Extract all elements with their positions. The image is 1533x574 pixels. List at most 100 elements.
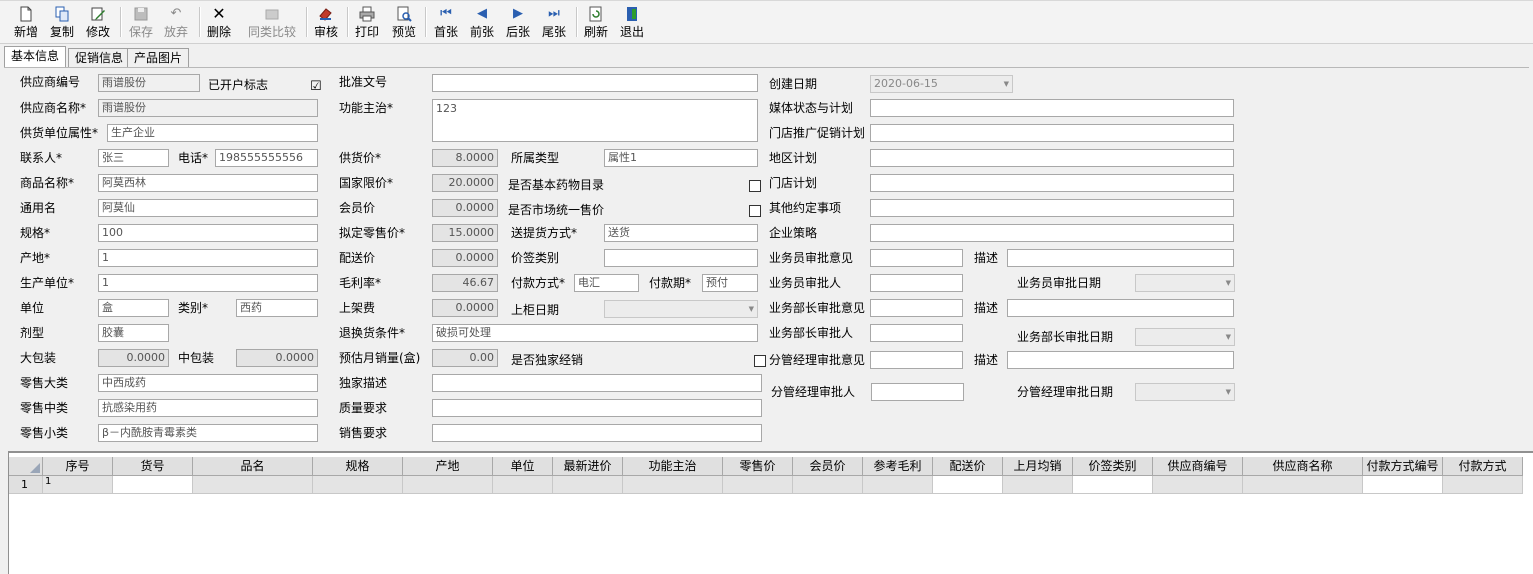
proposed-retail-field[interactable]: 15.0000 — [432, 224, 498, 242]
gm-date-picker[interactable] — [1135, 383, 1235, 401]
table-cell[interactable] — [493, 476, 553, 494]
compare-button[interactable]: 同类比较 — [245, 4, 299, 40]
table-cell[interactable] — [1243, 476, 1363, 494]
product-name-field[interactable]: 阿莫西林 — [98, 174, 318, 192]
pay-term-field[interactable]: 预付 — [702, 274, 758, 292]
category-field[interactable]: 西药 — [236, 299, 318, 317]
delivery-mode-field[interactable]: 送货 — [604, 224, 758, 242]
save-button[interactable]: 保存 — [126, 4, 156, 40]
grid-corner[interactable] — [9, 457, 43, 475]
exit-button[interactable]: 退出 — [616, 4, 648, 40]
mid-pack-field[interactable]: 0.0000 — [236, 349, 318, 367]
contact-field[interactable]: 张三 — [98, 149, 169, 167]
quality-req-field[interactable] — [432, 399, 762, 417]
row-header[interactable]: 1 — [9, 476, 43, 494]
copy-button[interactable]: 复制 — [46, 4, 78, 40]
mgr-date-picker[interactable] — [1135, 328, 1235, 346]
region-plan-field[interactable] — [870, 149, 1234, 167]
strategy-field[interactable] — [870, 224, 1234, 242]
edit-button[interactable]: 修改 — [82, 4, 114, 40]
supply-price-field[interactable]: 8.0000 — [432, 149, 498, 167]
delivery-price-field[interactable]: 0.0000 — [432, 249, 498, 267]
pay-method-field[interactable]: 电汇 — [574, 274, 639, 292]
mgr-desc-field[interactable] — [1007, 299, 1234, 317]
table-cell[interactable] — [113, 476, 193, 494]
table-cell[interactable] — [723, 476, 793, 494]
column-header-3[interactable]: 品名 — [193, 457, 313, 475]
origin-field[interactable]: 1 — [98, 249, 318, 267]
exclusive-checkbox[interactable] — [754, 355, 766, 367]
column-header-14[interactable]: 价签类别 — [1073, 457, 1153, 475]
column-header-6[interactable]: 单位 — [493, 457, 553, 475]
gross-margin-field[interactable]: 46.67 — [432, 274, 498, 292]
created-date-picker[interactable]: 2020-06-15 — [870, 75, 1013, 93]
column-header-10[interactable]: 会员价 — [793, 457, 863, 475]
table-cell[interactable] — [1443, 476, 1523, 494]
table-cell[interactable] — [623, 476, 723, 494]
column-header-16[interactable]: 供应商名称 — [1243, 457, 1363, 475]
column-header-1[interactable]: 序号 — [43, 457, 113, 475]
column-header-12[interactable]: 配送价 — [933, 457, 1003, 475]
limit-price-field[interactable]: 20.0000 — [432, 174, 498, 192]
store-promo-field[interactable] — [870, 124, 1234, 142]
exclusive-desc-field[interactable] — [432, 374, 762, 392]
clerk-date-picker[interactable] — [1135, 274, 1235, 292]
column-header-5[interactable]: 产地 — [403, 457, 493, 475]
belong-type-field[interactable]: 属性1 — [604, 149, 758, 167]
opened-flag-checkbox[interactable]: ☑ — [310, 80, 322, 93]
member-price-field[interactable]: 0.0000 — [432, 199, 498, 217]
manufacturer-field[interactable]: 1 — [98, 274, 318, 292]
store-plan-field[interactable] — [870, 174, 1234, 192]
media-plan-field[interactable] — [870, 99, 1234, 117]
table-cell[interactable]: 1 — [43, 476, 113, 494]
retail-big-field[interactable]: 中西成药 — [98, 374, 318, 392]
column-header-9[interactable]: 零售价 — [723, 457, 793, 475]
tab-product-images[interactable]: 产品图片 — [127, 48, 190, 68]
tab-basic-info[interactable]: 基本信息 — [4, 46, 67, 68]
delete-button[interactable]: ✕ 删除 — [204, 4, 234, 40]
approval-no-field[interactable] — [432, 74, 758, 92]
function-textarea[interactable]: 123 — [432, 99, 758, 142]
unified-price-checkbox[interactable] — [749, 205, 761, 217]
retail-mid-field[interactable]: 抗感染用药 — [98, 399, 318, 417]
basic-drug-checkbox[interactable] — [749, 180, 761, 192]
generic-name-field[interactable]: 阿莫仙 — [98, 199, 318, 217]
tab-promo-info[interactable]: 促销信息 — [68, 48, 131, 68]
column-header-17[interactable]: 付款方式编号 — [1363, 457, 1443, 475]
price-tag-cat-field[interactable] — [604, 249, 758, 267]
clerk-approver-field[interactable] — [870, 274, 963, 292]
sales-req-field[interactable] — [432, 424, 762, 442]
last-record-button[interactable]: ⏭ 尾张 — [538, 4, 570, 40]
refresh-button[interactable]: 刷新 — [581, 4, 611, 40]
gm-approver-field[interactable] — [871, 383, 964, 401]
retail-small-field[interactable]: β－内酰胺青霉素类 — [98, 424, 318, 442]
first-record-button[interactable]: ⏮ 首张 — [430, 4, 462, 40]
gm-opinion-field[interactable] — [870, 351, 963, 369]
column-header-8[interactable]: 功能主治 — [623, 457, 723, 475]
supplier-code-field[interactable]: 雨谱股份 — [98, 74, 200, 92]
next-record-button[interactable]: ▶ 后张 — [502, 4, 534, 40]
shelf-date-picker[interactable] — [604, 300, 758, 318]
discard-button[interactable]: ↶ 放弃 — [160, 4, 192, 40]
table-cell[interactable] — [403, 476, 493, 494]
mgr-opinion-field[interactable] — [870, 299, 963, 317]
table-cell[interactable] — [193, 476, 313, 494]
clerk-opinion-field[interactable] — [870, 249, 963, 267]
preview-button[interactable]: 预览 — [388, 4, 420, 40]
column-header-2[interactable]: 货号 — [113, 457, 193, 475]
supply-attr-field[interactable]: 生产企业 — [107, 124, 318, 142]
listing-fee-field[interactable]: 0.0000 — [432, 299, 498, 317]
table-cell[interactable] — [1153, 476, 1243, 494]
print-button[interactable]: 打印 — [352, 4, 382, 40]
column-header-13[interactable]: 上月均销 — [1003, 457, 1073, 475]
table-cell[interactable] — [313, 476, 403, 494]
prev-record-button[interactable]: ◀ 前张 — [466, 4, 498, 40]
column-header-18[interactable]: 付款方式 — [1443, 457, 1523, 475]
unit-field[interactable]: 盒 — [98, 299, 169, 317]
table-cell[interactable] — [553, 476, 623, 494]
table-cell[interactable] — [933, 476, 1003, 494]
mgr-approver-field[interactable] — [870, 324, 963, 342]
table-cell[interactable] — [1073, 476, 1153, 494]
column-header-7[interactable]: 最新进价 — [553, 457, 623, 475]
table-cell[interactable] — [1363, 476, 1443, 494]
